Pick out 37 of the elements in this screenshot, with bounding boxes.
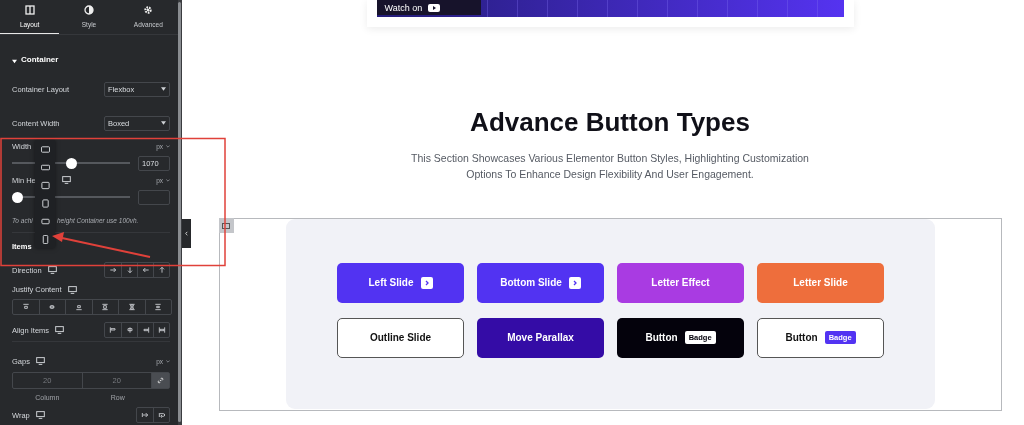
caret-icon[interactable] <box>12 59 17 64</box>
monitor-icon[interactable] <box>35 357 45 365</box>
phone-icon[interactable] <box>40 234 50 244</box>
demo-button[interactable]: Left Slide <box>337 262 464 303</box>
monitor-icon[interactable] <box>47 266 57 274</box>
monitor-icon[interactable] <box>35 411 45 419</box>
chevron-down-icon[interactable] <box>166 359 170 363</box>
contrast-icon <box>84 5 94 15</box>
section-description: This Section Showcases Various Elementor Button Styles, Highlighting Customization Options To Enhance Design Flexibility And User Engagement. <box>410 151 810 182</box>
settings-icon <box>143 5 154 15</box>
watch-overlay[interactable]: Watch on <box>376 0 481 15</box>
link-icon[interactable] <box>152 373 169 388</box>
tablet-landscape-icon[interactable] <box>40 180 50 190</box>
demo-button[interactable]: Bottom Slide <box>477 262 604 303</box>
monitor-icon[interactable] <box>67 285 77 294</box>
watch-label: Watch on <box>384 2 423 13</box>
collapse-handle[interactable] <box>182 219 191 248</box>
monitor-icon[interactable] <box>40 144 50 154</box>
phone-landscape-icon[interactable] <box>40 216 50 226</box>
chevron-down-icon[interactable] <box>166 178 170 182</box>
demo-button[interactable]: Move Parallax <box>477 317 604 358</box>
play-icon <box>428 3 441 12</box>
chevron-down-icon[interactable] <box>166 144 170 148</box>
demo-button[interactable]: Letter Effect <box>617 262 744 303</box>
columns-icon <box>24 5 35 15</box>
monitor-icon[interactable] <box>61 176 71 184</box>
caret-icon <box>161 87 166 91</box>
monitor-icon[interactable] <box>55 326 65 334</box>
chevron-icon <box>568 276 581 289</box>
laptop-icon[interactable] <box>40 162 50 172</box>
tablet-icon[interactable] <box>40 198 50 208</box>
chevron-icon <box>420 276 433 289</box>
section-heading: Advance Button Types <box>470 107 750 138</box>
section-title[interactable]: Container <box>21 55 59 64</box>
demo-button[interactable]: Outline Slide <box>337 317 464 358</box>
caret-icon <box>161 121 166 125</box>
number-field[interactable] <box>138 189 170 205</box>
